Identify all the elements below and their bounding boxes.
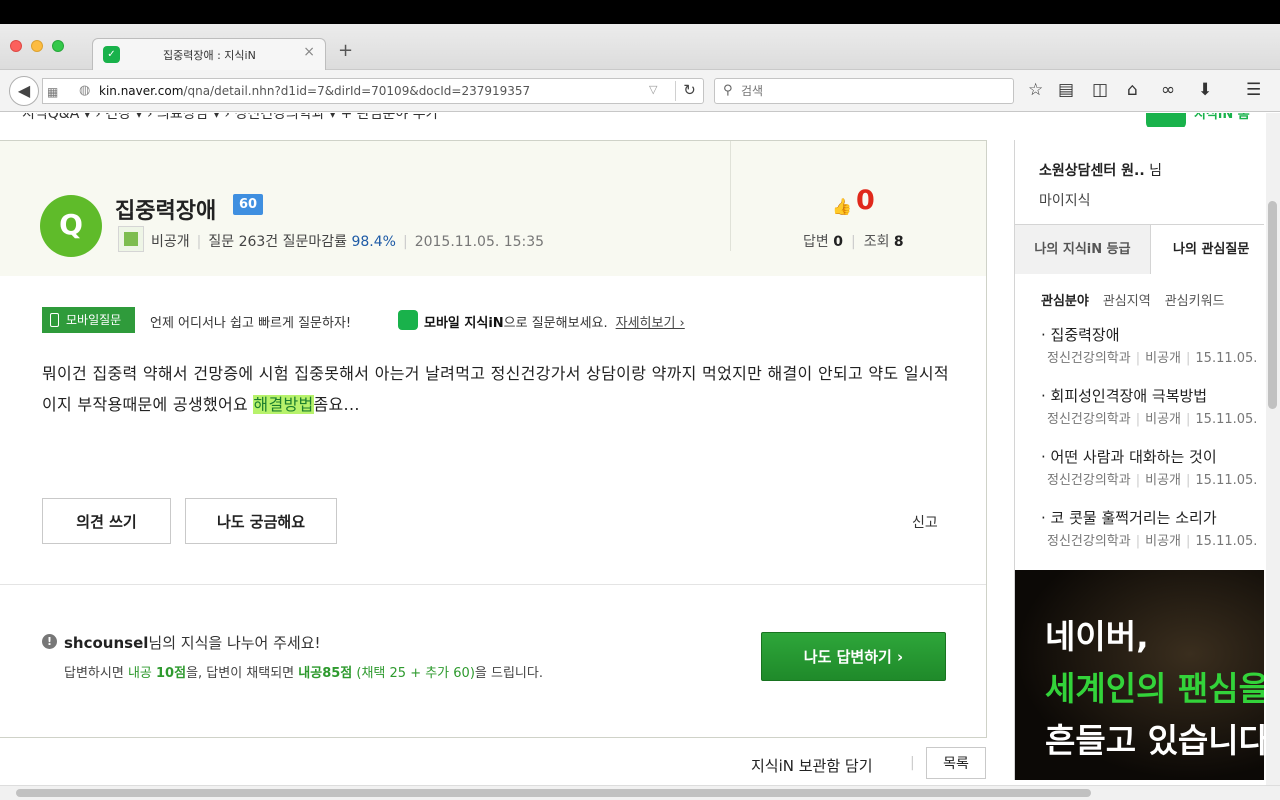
highlighted-text: 해결방법	[253, 395, 314, 414]
browser-navbar: ◀ ▦ ◍ kin.naver.com/qna/detail.nhn?d1id=…	[0, 70, 1280, 112]
mobile-question-tag: 모바일질문	[42, 307, 136, 333]
share-reward-text: 답변하시면 내공 10점을, 답변이 채택되면 내공85점 (채택 25 + 추…	[64, 666, 543, 681]
list-item[interactable]: · 코 콧물 훌쩍거리는 소리가 정신건강의학과 | 비공개 | 15.11.05.	[1041, 507, 1264, 549]
tab-my-grade[interactable]: 나의 지식iN 등급	[1015, 225, 1151, 274]
breadcrumb-text[interactable]: 지식Q&A ▾ › 건강 ▾ › 의료상담 ▾ › 정신건강의학과 ▾ + 관심…	[22, 113, 438, 123]
write-opinion-button[interactable]: 의견 쓰기	[42, 498, 171, 544]
url-bar[interactable]: ▦ ◍ kin.naver.com/qna/detail.nhn?d1id=7&…	[42, 78, 704, 104]
list-item[interactable]: · 어떤 사람과 대화하는 것이 정신건강의학과 | 비공개 | 15.11.05.	[1041, 446, 1264, 488]
download-icon[interactable]: ⬇	[1198, 80, 1212, 100]
new-tab-button[interactable]: +	[338, 40, 353, 61]
horizontal-scrollbar-thumb[interactable]	[16, 789, 1091, 797]
question-stats: 답변 0 | 조회 8	[803, 234, 904, 250]
question-meta: 비공개 | 질문 263건 질문마감률 98.4% | 2015.11.05. 15:3…	[151, 234, 545, 250]
search-input[interactable]	[741, 79, 1001, 103]
right-sidebar: 소원상담센터 원.. 님 마이지식 나의 지식iN 등급 나의 관심질문 관심분…	[1014, 140, 1264, 780]
phone-icon	[50, 313, 59, 327]
sidebar-icon[interactable]: ◫	[1092, 80, 1108, 100]
browser-tab[interactable]: ✓ 집중력장애 : 지식iN ×	[92, 38, 326, 71]
mobile-tag-label: 모바일질문	[66, 313, 122, 327]
views-count: 8	[893, 234, 904, 250]
list-button[interactable]: 목록	[926, 747, 986, 779]
globe-icon: ◍	[79, 83, 91, 98]
minimize-window-button[interactable]	[31, 40, 43, 52]
mobile-kin-logo-icon	[398, 310, 418, 330]
question-date: 2015.11.05. 15:35	[414, 234, 545, 250]
star-icon[interactable]: ☆	[1028, 80, 1043, 100]
subtab-keyword[interactable]: 관심키워드	[1165, 294, 1225, 309]
naver-ad-banner[interactable]: 네이버, 세계인의 팬심을 흔들고 있습니다	[1015, 570, 1264, 780]
home-icon[interactable]: ⌂	[1127, 80, 1138, 100]
question-header: Q 집중력장애 60 비공개 | 질문 263건 질문마감률 98.4% | 2015.…	[0, 141, 986, 276]
save-to-kin-box-link[interactable]: 지식iN 보관함 담기	[751, 755, 873, 776]
reading-list-icon[interactable]: ▤	[1058, 80, 1074, 100]
answer-button[interactable]: 나도 답변하기 ›	[761, 632, 946, 681]
like-count: 0	[856, 185, 875, 216]
horizontal-scrollbar[interactable]	[0, 785, 1280, 800]
kin-home-link[interactable]: 지식iN 홈	[1194, 113, 1250, 122]
views-label: 조회	[863, 234, 890, 250]
subtab-field[interactable]: 관심분야	[1041, 294, 1089, 309]
question-count: 질문 263건	[208, 234, 279, 250]
question-body: 뭐이건 집중력 약해서 건망증에 시험 집중못해서 아는거 날려먹고 정신건강가…	[42, 364, 949, 414]
mobile-promo-text-2: 모바일 지식iN으로 질문해보세요. 자세히보기 ›	[424, 316, 685, 331]
vertical-scrollbar[interactable]	[1266, 113, 1280, 785]
tab-close-icon[interactable]: ×	[303, 44, 315, 60]
mobile-promo-text: 언제 어디서나 쉽고 빠르게 질문하자!	[150, 316, 352, 331]
user-greeting: 소원상담센터 원.. 님	[1039, 163, 1163, 179]
author-avatar	[118, 226, 144, 252]
share-prompt: shcounsel님의 지식을 나누어 주세요!	[64, 634, 321, 652]
list-item[interactable]: · 회피성인격장애 극복방법 정신건강의학과 | 비공개 | 15.11.05.	[1041, 385, 1264, 427]
tab-title: 집중력장애 : 지식iN	[163, 49, 256, 62]
question-level-badge: 60	[233, 194, 264, 215]
more-info-link[interactable]: 자세히보기 ›	[616, 316, 685, 331]
question-badge: Q	[40, 195, 102, 257]
interest-subtabs: 관심분야 관심지역 관심키워드	[1041, 290, 1225, 309]
close-rate-label: 질문마감률	[282, 234, 348, 250]
browser-titlebar: ✓ 집중력장애 : 지식iN × +	[0, 24, 1280, 71]
ad-line-2: 세계인의 팬심을	[1045, 669, 1264, 708]
menu-icon[interactable]: ☰	[1246, 80, 1261, 100]
sidebar-tabs: 나의 지식iN 등급 나의 관심질문	[1015, 224, 1264, 275]
header-divider	[730, 141, 731, 251]
url-text[interactable]: kin.naver.com/qna/detail.nhn?d1id=7&dirI…	[99, 84, 530, 98]
tab-my-interest[interactable]: 나의 관심질문	[1151, 225, 1264, 275]
info-icon: !	[42, 634, 57, 649]
question-footer: 지식iN 보관함 담기 | 목록	[0, 747, 1000, 787]
breadcrumb: 지식Q&A ▾ › 건강 ▾ › 의료상담 ▾ › 정신건강의학과 ▾ + 관심…	[0, 113, 1280, 127]
screen-top-bar	[0, 0, 1280, 24]
search-icon: ⚲	[723, 83, 733, 98]
kin-home-icon[interactable]	[1146, 113, 1186, 127]
answers-count: 0	[833, 234, 843, 250]
my-knowledge-link[interactable]: 마이지식	[1039, 190, 1091, 210]
naver-kin-favicon-icon: ✓	[103, 46, 120, 63]
grid-icon[interactable]: ▦	[47, 85, 58, 99]
ad-line-1: 네이버,	[1045, 617, 1149, 656]
zoom-window-button[interactable]	[52, 40, 64, 52]
subtab-region[interactable]: 관심지역	[1103, 294, 1151, 309]
thumbs-up-icon[interactable]: 👍	[832, 197, 852, 216]
ad-line-3: 흔들고 있습니다	[1045, 721, 1264, 760]
footer-separator: |	[910, 755, 915, 771]
question-title: 집중력장애	[115, 199, 217, 224]
share-divider	[0, 584, 986, 585]
question-box: Q 집중력장애 60 비공개 | 질문 263건 질문마감률 98.4% | 2015.…	[0, 140, 987, 738]
close-rate: 98.4%	[351, 234, 396, 250]
search-box[interactable]: ⚲	[714, 78, 1014, 104]
close-window-button[interactable]	[10, 40, 22, 52]
mask-icon[interactable]: ∞	[1161, 80, 1175, 100]
page-content: 지식Q&A ▾ › 건강 ▾ › 의료상담 ▾ › 정신건강의학과 ▾ + 관심…	[0, 113, 1280, 800]
dropdown-icon[interactable]: ▽	[649, 83, 657, 96]
report-link[interactable]: 신고	[912, 512, 938, 532]
reload-icon[interactable]: ↻	[675, 81, 703, 101]
back-arrow-icon[interactable]: ◀	[9, 76, 39, 106]
user-name[interactable]: 소원상담센터 원..	[1039, 163, 1145, 179]
answers-label: 답변	[803, 234, 829, 250]
author-name[interactable]: 비공개	[151, 234, 190, 250]
list-item[interactable]: · 집중력장애 정신건강의학과 | 비공개 | 15.11.05.	[1041, 324, 1264, 366]
scrollbar-thumb[interactable]	[1268, 201, 1277, 409]
me-too-curious-button[interactable]: 나도 궁금해요	[185, 498, 337, 544]
